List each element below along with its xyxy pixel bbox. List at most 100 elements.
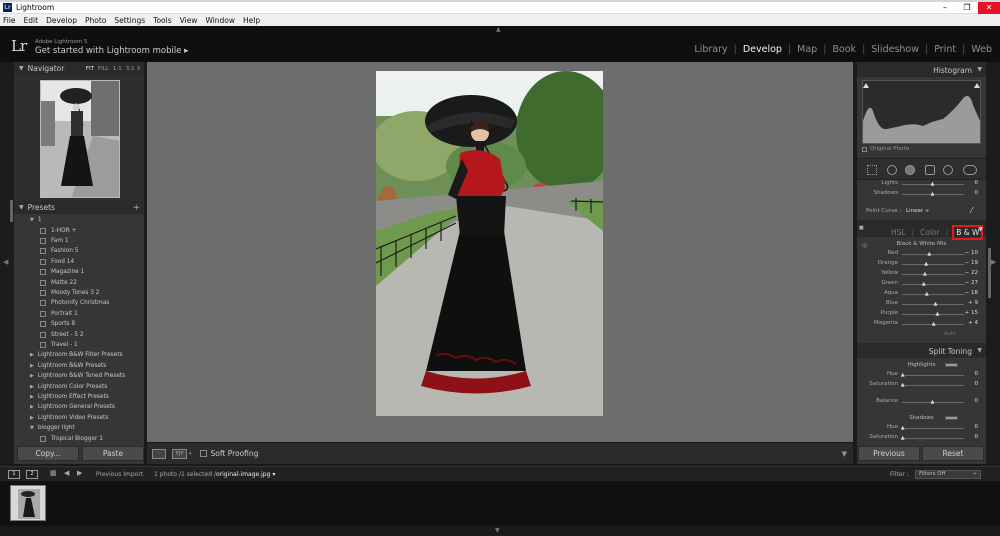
graduated-filter-icon[interactable] xyxy=(925,165,935,175)
preset-folder[interactable]: ▼ blogger light xyxy=(14,423,144,433)
point-curve-selector[interactable]: Point Curve : Linear ÷ xyxy=(866,208,929,214)
module-print[interactable]: Print xyxy=(934,44,956,55)
bw-yellow-slider-track[interactable] xyxy=(902,274,964,275)
highlights-saturation-value[interactable]: 0 xyxy=(975,381,979,387)
split-toning-header[interactable]: Split Toning ▼ xyxy=(857,343,986,358)
right-panel-scrollbar[interactable] xyxy=(988,248,991,298)
shadows-hue-slider-track[interactable] xyxy=(902,428,964,429)
preset-folder[interactable]: ▶ Lightroom B&W Presets xyxy=(14,361,144,371)
folder-expanded-icon[interactable]: ▼ xyxy=(30,425,34,431)
bw-orange-slider-track[interactable] xyxy=(902,264,964,265)
bw-green-slider-track[interactable] xyxy=(902,284,964,285)
bw-magenta-slider-thumb[interactable]: ▲ xyxy=(932,321,936,327)
bw-orange-slider-thumb[interactable]: ▲ xyxy=(924,261,928,267)
preset-folder[interactable]: ▶ Lightroom Effect Presets xyxy=(14,392,144,402)
expand-right-icon[interactable]: ▶ xyxy=(991,258,996,266)
soft-proofing-checkbox[interactable] xyxy=(199,450,207,457)
preset-item[interactable]: 1-HOR + xyxy=(14,225,144,235)
preset-item[interactable]: Sports 8 xyxy=(14,319,144,329)
module-book[interactable]: Book xyxy=(832,44,856,55)
shadows-saturation-slider-track[interactable] xyxy=(902,438,964,439)
preset-item[interactable]: Photonify Christmas xyxy=(14,298,144,308)
window-2-button[interactable]: 2 xyxy=(26,470,38,479)
lightroom-mobile-link[interactable]: Get started with Lightroom mobile ▸ xyxy=(35,46,188,56)
back-arrow-icon[interactable]: ◀ xyxy=(64,469,69,477)
folder-collapsed-icon[interactable]: ▶ xyxy=(30,394,34,400)
bw-yellow-value[interactable]: − 22 xyxy=(965,270,978,276)
menu-edit[interactable]: Edit xyxy=(24,16,39,25)
selected-filename[interactable]: original-image.jpg ▾ xyxy=(216,471,275,478)
preset-folder[interactable]: ▶ Lightroom General Presets xyxy=(14,402,144,412)
preset-item[interactable]: Moody Tones 3 2 xyxy=(14,288,144,298)
zoom-fill[interactable]: FILL xyxy=(98,66,109,72)
preset-folder[interactable]: ▶ Lightroom B&W Toned Presets xyxy=(14,371,144,381)
preset-item[interactable]: Food 14 xyxy=(14,257,144,267)
bw-red-value[interactable]: − 10 xyxy=(965,250,978,256)
preset-item[interactable]: Tropical Blogger 1 xyxy=(14,433,144,443)
panel-switch-icon[interactable]: ■ xyxy=(859,225,864,231)
bw-aqua-slider-track[interactable] xyxy=(902,294,964,295)
module-slideshow[interactable]: Slideshow xyxy=(871,44,919,55)
menu-tools[interactable]: Tools xyxy=(153,16,171,25)
preset-item[interactable]: Portrait 1 xyxy=(14,309,144,319)
split-balance-value[interactable]: 0 xyxy=(975,398,979,404)
menu-view[interactable]: View xyxy=(180,16,198,25)
navigator-thumbnail[interactable] xyxy=(40,80,120,198)
window-1-button[interactable]: 1 xyxy=(8,470,20,479)
bw-magenta-value[interactable]: + 4 xyxy=(968,320,978,326)
toolbar-menu-icon[interactable]: ▼ xyxy=(842,450,847,458)
tab-hsl[interactable]: HSL xyxy=(891,228,906,237)
module-library[interactable]: Library xyxy=(694,44,727,55)
before-after-button[interactable]: Y|Y xyxy=(172,448,187,459)
close-button[interactable]: ✕ xyxy=(978,2,1000,14)
bw-orange-value[interactable]: − 19 xyxy=(965,260,978,266)
curve-edit-icon[interactable]: ⁄ xyxy=(971,206,972,215)
bw-aqua-value[interactable]: − 18 xyxy=(965,290,978,296)
menu-develop[interactable]: Develop xyxy=(46,16,77,25)
menu-help[interactable]: Help xyxy=(243,16,260,25)
preset-item[interactable]: Fam 1 xyxy=(14,236,144,246)
main-photo[interactable] xyxy=(376,71,603,416)
zoom-fit[interactable]: FIT xyxy=(86,66,94,72)
radial-filter-icon[interactable] xyxy=(943,165,953,175)
spot-removal-icon[interactable] xyxy=(887,165,897,175)
folder-expanded-icon[interactable]: ▼ xyxy=(30,217,34,223)
folder-collapsed-icon[interactable]: ▶ xyxy=(30,373,34,379)
preset-folder[interactable]: ▶ Lightroom Color Presets xyxy=(14,381,144,391)
folder-collapsed-icon[interactable]: ▶ xyxy=(30,352,34,358)
tone-shadows-slider-thumb[interactable]: ▲ xyxy=(931,191,935,197)
bw-purple-value[interactable]: + 15 xyxy=(965,310,978,316)
tone-shadows-value[interactable]: 0 xyxy=(975,190,979,196)
tone-lights-slider-thumb[interactable]: ▲ xyxy=(931,181,935,187)
menu-photo[interactable]: Photo xyxy=(85,16,106,25)
preset-item[interactable]: Matte 22 xyxy=(14,277,144,287)
module-develop[interactable]: Develop xyxy=(743,44,782,55)
preset-item[interactable]: Street - 5 2 xyxy=(14,329,144,339)
bw-aqua-slider-thumb[interactable]: ▲ xyxy=(925,291,929,297)
left-panel-scrollbar[interactable] xyxy=(10,200,13,222)
tone-lights-value[interactable]: 0 xyxy=(975,180,979,186)
bw-auto-button[interactable]: Auto xyxy=(944,331,956,337)
copy-settings-button[interactable]: Copy... xyxy=(17,446,79,461)
preset-folder[interactable]: ▼ 1 xyxy=(14,215,144,225)
original-photo-toggle[interactable]: Original Photo xyxy=(862,146,909,152)
highlights-saturation-slider-thumb[interactable]: ▲ xyxy=(901,382,905,388)
zoom-1-1[interactable]: 1:1 xyxy=(113,66,122,72)
shadows-hue-value[interactable]: 0 xyxy=(975,424,979,430)
crop-tool-icon[interactable] xyxy=(867,165,877,175)
grid-view-icon[interactable]: ▦ xyxy=(50,469,57,477)
previous-button[interactable]: Previous xyxy=(858,446,920,461)
highlights-hue-slider-thumb[interactable]: ▲ xyxy=(901,372,905,378)
expand-left-icon[interactable]: ◀ xyxy=(3,258,8,266)
histogram-header[interactable]: Histogram ▼ xyxy=(857,62,986,77)
forward-arrow-icon[interactable]: ▶ xyxy=(77,469,82,477)
module-web[interactable]: Web xyxy=(971,44,992,55)
collapse-triangle-icon[interactable]: ▼ xyxy=(978,226,983,233)
bw-red-slider-thumb[interactable]: ▲ xyxy=(927,251,931,257)
loupe-view-button[interactable] xyxy=(152,448,166,459)
adjustment-brush-icon[interactable] xyxy=(963,165,977,175)
zoom-3-1[interactable]: 3:1 ⇕ xyxy=(126,66,141,72)
collapse-top-arrow-icon[interactable]: ▲ xyxy=(496,26,501,33)
presets-header[interactable]: ▼ Presets + xyxy=(14,201,144,214)
maximize-button[interactable]: ❐ xyxy=(956,2,978,14)
